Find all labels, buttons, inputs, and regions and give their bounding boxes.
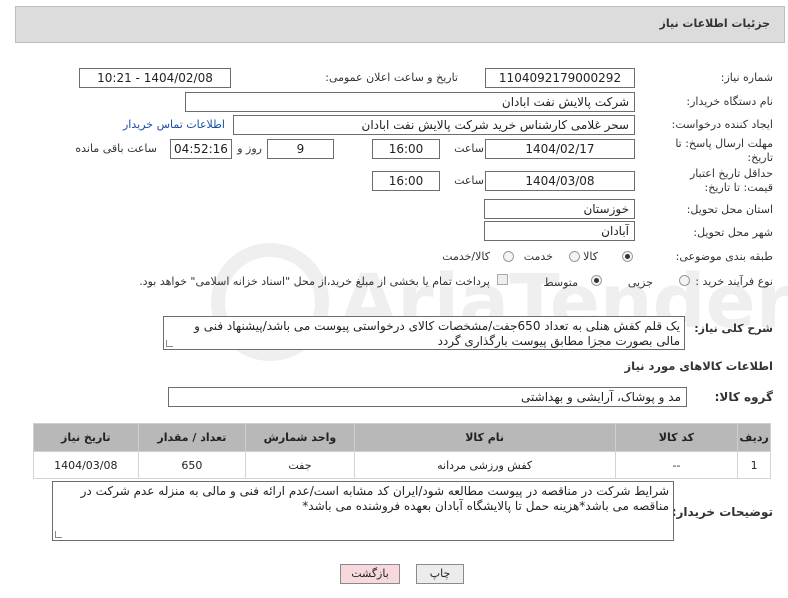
print-button[interactable]: چاپ (416, 564, 464, 584)
need-number-field: 1104092179000292 (485, 68, 635, 88)
cell-item-name: کفش ورزشی مردانه (353, 451, 616, 479)
goods-section-title: اطلاعات کالاهای مورد نیاز (624, 359, 773, 373)
announce-label: تاریخ و ساعت اعلان عمومی: (325, 71, 458, 84)
category-label: طبقه بندی موضوعی: (675, 250, 773, 263)
deadline-time-field: 16:00 (372, 139, 440, 159)
goods-table: ردیف کد کالا نام کالا واحد شمارش تعداد /… (33, 423, 771, 479)
col-header-row-number: ردیف (737, 423, 771, 452)
cell-need-date: 1404/03/08 (33, 451, 139, 479)
requester-label: ایجاد کننده درخواست: (671, 118, 773, 131)
province-label: استان محل تحویل: (686, 203, 773, 216)
deadline-label: مهلت ارسال پاسخ: تا تاریخ: (675, 137, 773, 164)
goods-group-label: گروه کالا: (714, 390, 773, 404)
deadline-date-field: 1404/02/17 (485, 139, 635, 159)
buyer-contact-link[interactable]: اطلاعات تماس خریدار (123, 118, 225, 131)
col-header-item-name: نام کالا (353, 423, 616, 452)
process-option-minor: جزیی (627, 276, 653, 289)
category-option-service: خدمت (523, 250, 553, 263)
col-header-item-code: کد کالا (614, 423, 739, 452)
resize-handle-icon[interactable] (55, 531, 62, 538)
city-field: آبادان (484, 221, 635, 241)
buyer-org-label: نام دستگاه خریدار: (686, 95, 773, 108)
col-header-quantity: تعداد / مقدار (137, 423, 247, 452)
resize-handle-icon[interactable] (166, 340, 173, 347)
category-option-goods: کالا (583, 250, 598, 263)
treasury-checkbox[interactable] (497, 274, 508, 285)
remaining-time-field: 04:52:16 (170, 139, 232, 159)
days-label: روز و (237, 142, 262, 155)
category-radio-service[interactable] (569, 251, 580, 262)
description-textarea[interactable]: یک قلم کفش هنلی به تعداد 650جفت/مشخصات ک… (163, 316, 685, 350)
cell-row-number: 1 (737, 451, 771, 479)
days-field: 9 (267, 139, 334, 159)
price-validity-time-field: 16:00 (372, 171, 440, 191)
description-text: یک قلم کفش هنلی به تعداد 650جفت/مشخصات ک… (194, 319, 680, 348)
buyer-notes-label: توضیحات خریدار: (671, 505, 773, 519)
page-title: جزئیات اطلاعات نیاز (659, 17, 771, 30)
process-radio-medium[interactable] (591, 275, 602, 286)
buyer-notes-text: شرایط شرکت در مناقصه در پیوست مطالعه شود… (80, 484, 669, 513)
col-header-need-date: تاریخ نیاز (33, 423, 139, 452)
need-number-label: شماره نیاز: (720, 71, 773, 84)
back-button[interactable]: بازگشت (340, 564, 400, 584)
buyer-notes-textarea[interactable]: شرایط شرکت در مناقصه در پیوست مطالعه شود… (52, 481, 674, 541)
price-validity-date-field: 1404/03/08 (485, 171, 635, 191)
requester-field: سحر غلامی کارشناس خرید شرکت پالایش نفت ا… (233, 115, 635, 135)
col-header-unit: واحد شمارش (245, 423, 355, 452)
price-validity-label: حداقل تاریخ اعتبار قیمت: تا تاریخ: (689, 167, 773, 194)
process-option-medium: متوسط (543, 276, 578, 289)
table-header-row: ردیف کد کالا نام کالا واحد شمارش تعداد /… (33, 423, 771, 452)
cell-quantity: 650 (137, 451, 247, 479)
category-radio-goods[interactable] (622, 251, 633, 262)
process-radio-minor[interactable] (679, 275, 690, 286)
cell-item-code: -- (614, 451, 739, 479)
process-label: نوع فرآیند خرید : (695, 275, 773, 288)
category-option-goods-service: کالا/خدمت (442, 250, 490, 263)
price-validity-time-label: ساعت (454, 174, 484, 187)
city-label: شهر محل تحویل: (693, 226, 773, 239)
table-row: 1 -- کفش ورزشی مردانه جفت 650 1404/03/08 (33, 451, 771, 479)
announce-field: 1404/02/08 - 10:21 (79, 68, 231, 88)
payment-note: پرداخت تمام یا بخشی از مبلغ خرید،از محل … (139, 275, 490, 288)
deadline-time-label: ساعت (454, 142, 484, 155)
cell-unit: جفت (245, 451, 355, 479)
remaining-label: ساعت باقی مانده (75, 142, 157, 155)
description-label: شرح کلی نیاز: (694, 322, 773, 335)
page-header: جزئیات اطلاعات نیاز (15, 6, 785, 43)
category-radio-goods-service[interactable] (503, 251, 514, 262)
province-field: خوزستان (484, 199, 635, 219)
goods-group-field: مد و پوشاک، آرایشی و بهداشتی (168, 387, 687, 407)
buyer-org-field: شرکت پالایش نفت ابادان (185, 92, 635, 112)
